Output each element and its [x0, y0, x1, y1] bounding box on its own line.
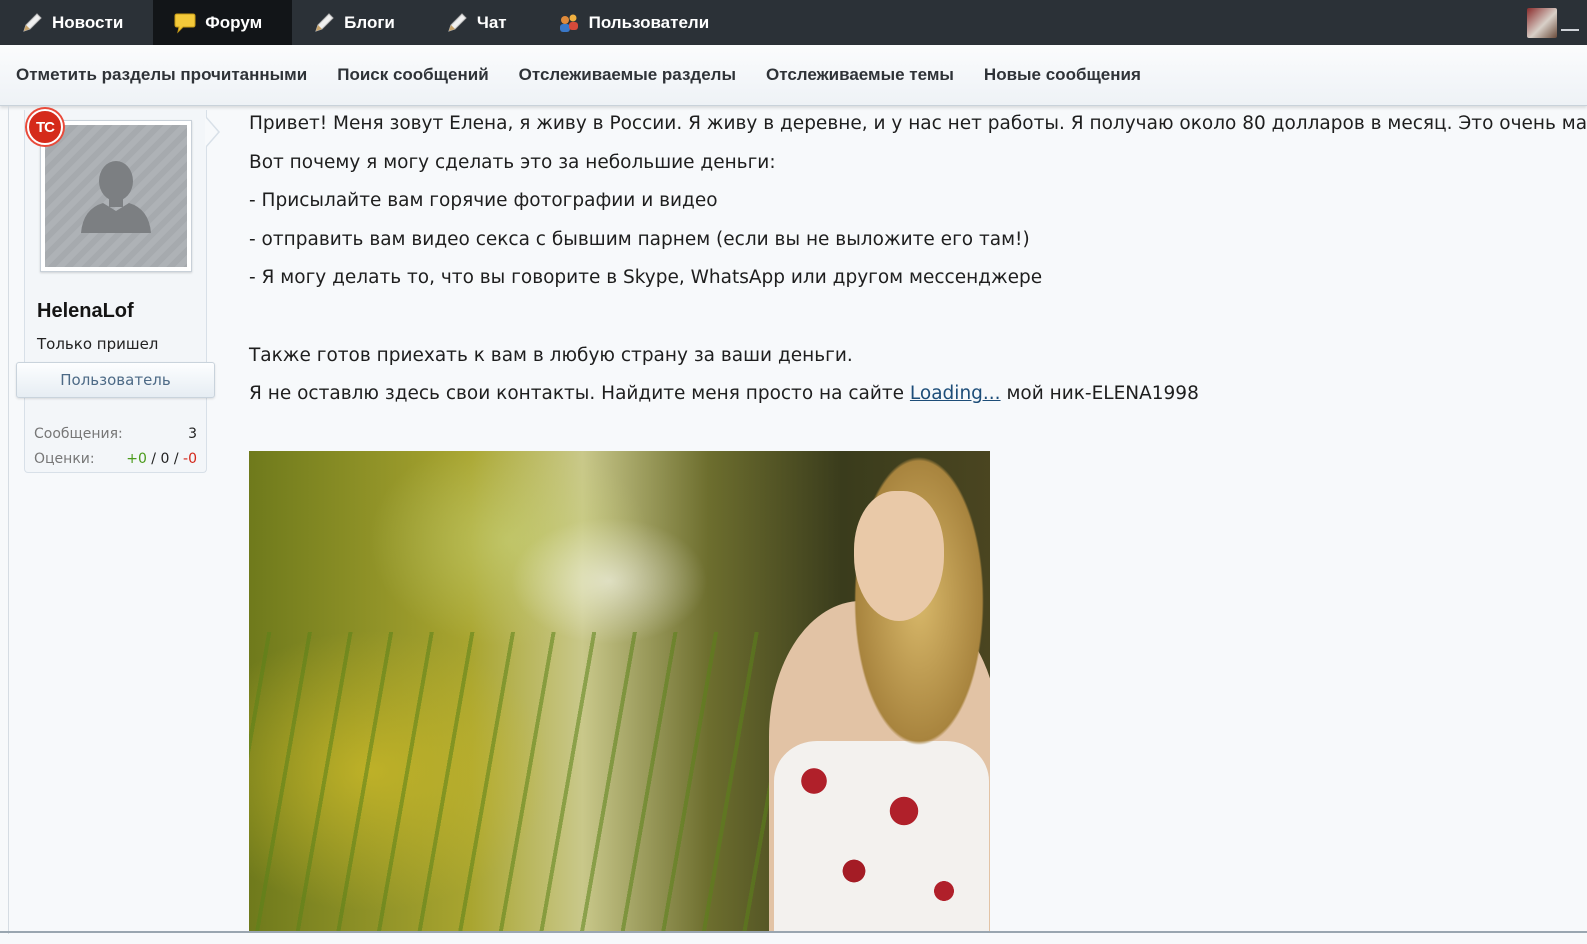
tab-blogs-label: Блоги [344, 12, 395, 32]
message-body: Привет! Меня зовут Елена, я живу в Росси… [249, 109, 1587, 418]
photo-grass [249, 632, 769, 932]
tab-news-label: Новости [52, 12, 124, 32]
tab-blogs[interactable]: Блоги [292, 0, 425, 45]
stat-messages: Сообщения: 3 [34, 421, 197, 446]
bottom-divider [0, 931, 1587, 933]
pen-icon [315, 12, 334, 32]
forum-subnav: Отметить разделы прочитанными Поиск сооб… [0, 45, 1587, 106]
mark-read-link[interactable]: Отметить разделы прочитанными [16, 65, 307, 85]
topic-starter-badge: TC [27, 109, 63, 145]
message-line: Я не оставлю здесь свои контакты. Найдит… [249, 379, 1569, 418]
site-link[interactable]: Loading... [910, 383, 1001, 404]
current-user-avatar[interactable] [1527, 7, 1557, 38]
stat-ratings-value: +0 / 0 / -0 [126, 451, 197, 467]
username[interactable]: HelenaLof [37, 300, 134, 323]
speech-bubble-icon [174, 13, 196, 34]
stat-ratings: Оценки: +0 / 0 / -0 [34, 446, 197, 471]
stat-messages-value[interactable]: 3 [188, 426, 197, 442]
users-icon [559, 14, 578, 32]
message-line: Привет! Меня зовут Елена, я живу в Росси… [249, 113, 1587, 134]
message-line: Вот почему я могу сделать это за небольш… [249, 151, 776, 173]
search-messages-link[interactable]: Поиск сообщений [337, 65, 488, 85]
message-line [249, 302, 1569, 341]
top-navigation: Новости Форум Блоги Чат Пользователи [0, 0, 1587, 45]
tab-chat-label: Чат [476, 12, 507, 32]
photo-face [854, 491, 944, 621]
message-text: Я не оставлю здесь свои контакты. Найдит… [249, 383, 910, 405]
rating-separator: / [169, 450, 184, 467]
message-arrow [205, 116, 220, 148]
page-left-border [8, 106, 9, 934]
rating-positive: +0 [126, 450, 147, 467]
user-role-banner: Пользователь [16, 362, 215, 398]
watched-forums-link[interactable]: Отслеживаемые разделы [519, 65, 736, 85]
tab-chat[interactable]: Чат [425, 0, 537, 45]
message-line: - Присылайте вам горячие фотографии и ви… [249, 190, 718, 212]
tab-forum[interactable]: Форум [153, 0, 293, 45]
rating-negative: -0 [183, 450, 197, 467]
stat-ratings-label: Оценки: [34, 450, 95, 467]
tab-users-label: Пользователи [588, 12, 710, 32]
message-text: мой ник-ELENA1998 [1000, 383, 1199, 405]
tab-forum-label: Форум [205, 12, 263, 32]
message-line: Также готов приехать к вам в любую стран… [249, 344, 853, 366]
user-menu-indicator [1561, 28, 1579, 31]
user-stats: Сообщения: 3 Оценки: +0 / 0 / -0 [34, 421, 197, 471]
tab-users[interactable]: Пользователи [537, 0, 740, 45]
user-menu[interactable] [1527, 0, 1587, 45]
message-line: - отправить вам видео секса с бывшим пар… [249, 228, 1030, 250]
tab-news[interactable]: Новости [0, 0, 153, 45]
pen-icon [23, 12, 42, 32]
avatar[interactable] [40, 120, 192, 272]
default-avatar-icon [81, 161, 151, 233]
post-photo[interactable] [249, 451, 990, 932]
rating-separator: / [146, 450, 161, 467]
new-posts-link[interactable]: Новые сообщения [984, 65, 1141, 85]
watched-threads-link[interactable]: Отслеживаемые темы [766, 65, 954, 85]
message-line: - Я могу делать то, что вы говорите в Sk… [249, 267, 1043, 289]
pen-icon [448, 12, 467, 32]
user-title: Только пришел [37, 335, 159, 353]
stat-messages-label: Сообщения: [34, 425, 123, 442]
